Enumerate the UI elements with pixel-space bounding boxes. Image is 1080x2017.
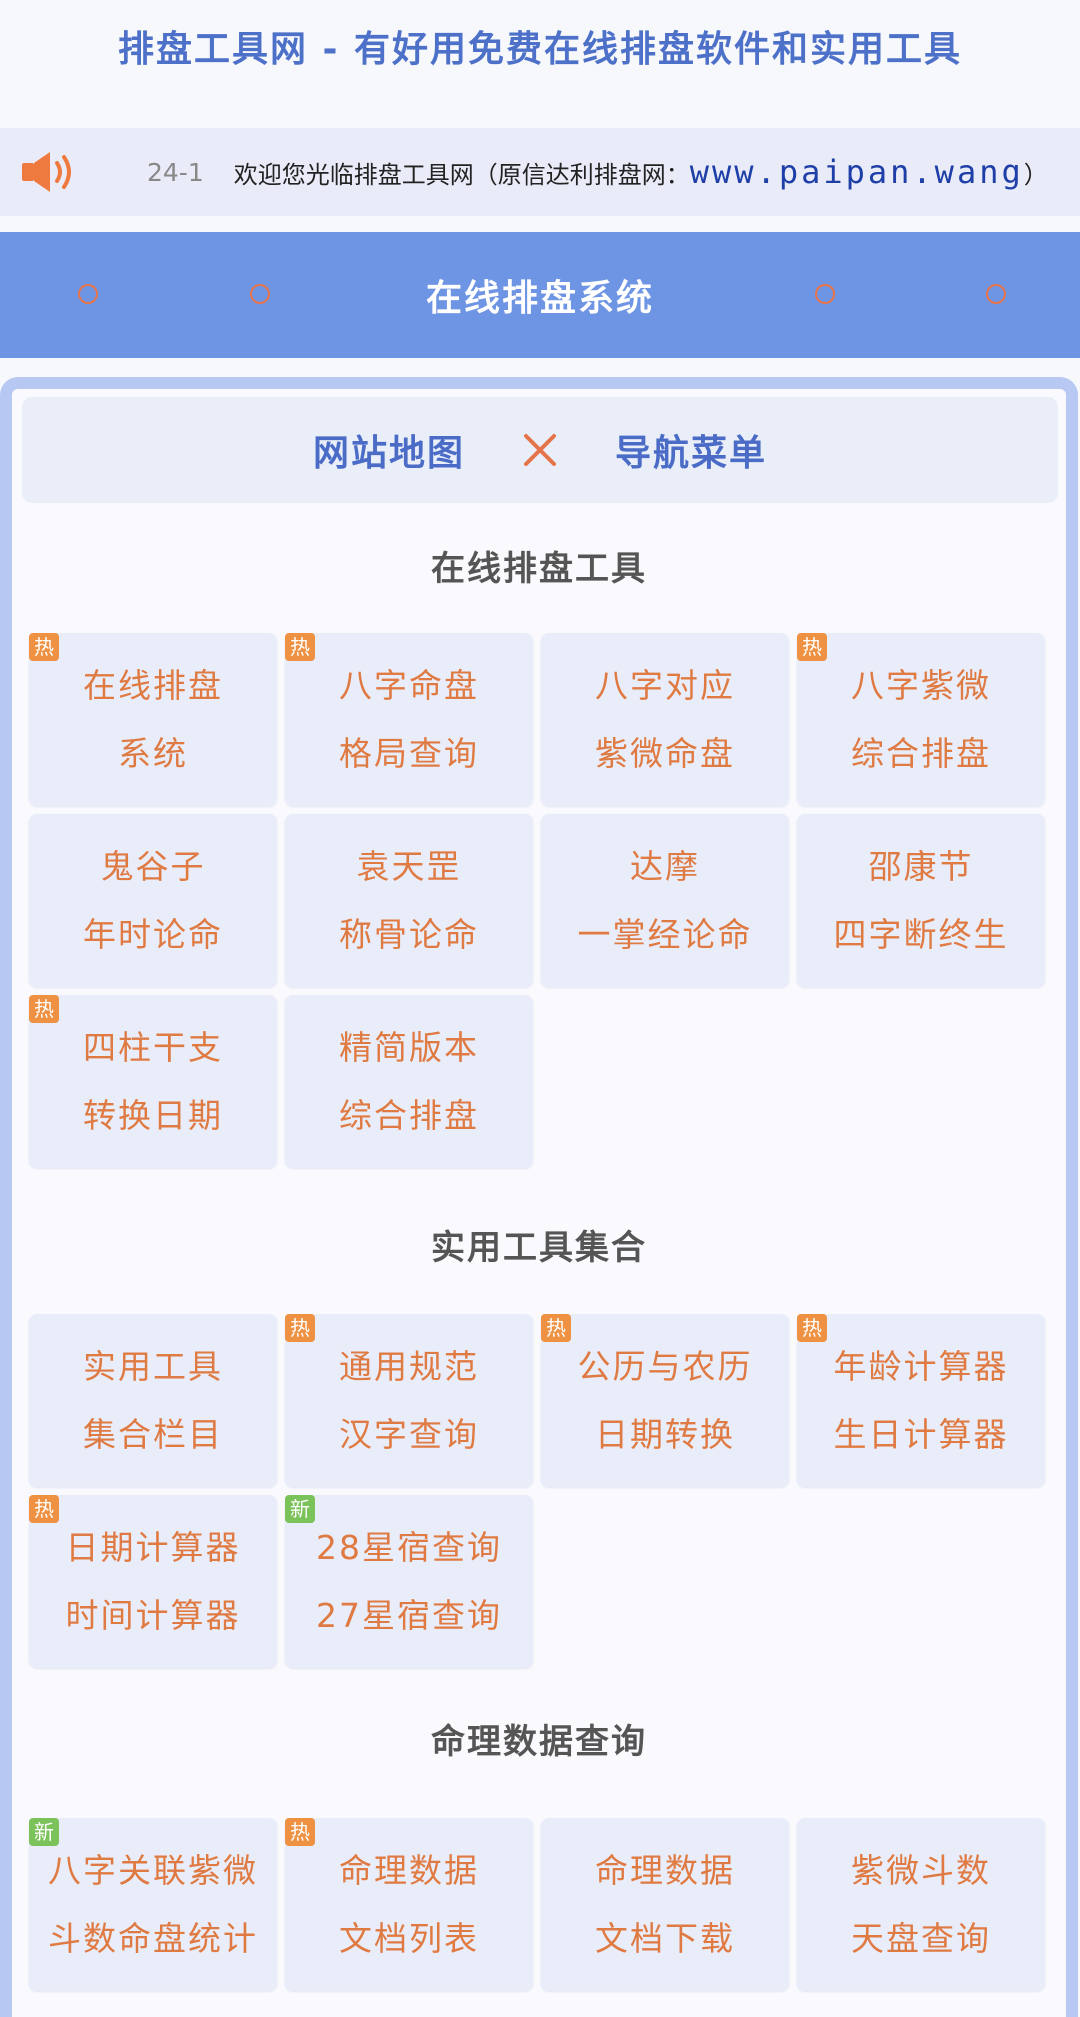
tile-line2: 日期转换: [595, 1414, 735, 1454]
tile-line1: 精简版本: [339, 1027, 479, 1067]
tool-tile[interactable]: 热年龄计算器生日计算器: [797, 1314, 1045, 1487]
tool-tile[interactable]: 袁天罡 称骨论命: [285, 814, 533, 987]
circle-ornament-icon: [78, 284, 98, 304]
hot-badge: 热: [797, 633, 827, 661]
hot-badge: 热: [285, 1818, 315, 1846]
tile-line1: 袁天罡: [356, 846, 462, 886]
tile-line2: 一掌经论命: [577, 914, 753, 954]
notice-bar: 24-1 欢迎您光临排盘工具网（原信达利排盘网： www.paipan.wang…: [0, 128, 1080, 216]
hot-badge: 热: [29, 1495, 59, 1523]
tile-line1: 在线排盘: [83, 665, 223, 705]
tile-line2: 年时论命: [83, 914, 223, 954]
tile-line2: 文档下载: [595, 1918, 735, 1958]
tool-tile[interactable]: 热通用规范汉字查询: [285, 1314, 533, 1487]
tile-line1: 四柱干支: [83, 1027, 223, 1067]
notice-tail: ）: [1023, 160, 1048, 189]
tile-line2: 综合排盘: [851, 733, 991, 773]
tool-tile[interactable]: 鬼谷子 年时论命: [29, 814, 277, 987]
tool-tile[interactable]: 新八字关联紫微 斗数命盘统计: [29, 1818, 277, 1991]
tool-grid: 新八字关联紫微 斗数命盘统计 热命理数据 文档列表 命理数据 文档下载 紫微斗数 天盘查…: [29, 1818, 1049, 1991]
content-panel: 网站地图 导航菜单 在线排盘工具 热在线排盘 系统 热八字命盘 格局查询 八字对应紫…: [0, 377, 1078, 2017]
tile-line2: 汉字查询: [339, 1414, 479, 1454]
tool-tile[interactable]: 紫微斗数 天盘查询: [797, 1818, 1045, 1991]
tile-line2: 斗数命盘统计: [48, 1918, 258, 1958]
tile-line1: 28星宿查询: [316, 1527, 502, 1567]
tile-line1: 年龄计算器: [833, 1346, 1009, 1386]
tool-tile[interactable]: 热命理数据文档列表: [285, 1818, 533, 1991]
notice-url[interactable]: www.paipan.wang: [690, 153, 1024, 191]
circle-ornament-icon: [250, 284, 270, 304]
notice-message: 欢迎您光临排盘工具网（原信达利排盘网：: [233, 160, 690, 189]
tool-tile[interactable]: 达摩 一掌经论命: [541, 814, 789, 987]
tool-tile[interactable]: 八字对应 紫微命盘: [541, 633, 789, 806]
tile-line1: 紫微斗数: [851, 1850, 991, 1890]
tile-line2: 格局查询: [339, 733, 479, 773]
hot-badge: 热: [797, 1314, 827, 1342]
tool-tile[interactable]: 命理数据 文档下载: [541, 1818, 789, 1991]
hot-badge: 热: [29, 633, 59, 661]
tile-line1: 日期计算器: [65, 1527, 241, 1567]
speaker-icon: [20, 144, 92, 200]
tool-tile[interactable]: 热日期计算器时间计算器: [29, 1495, 277, 1668]
tool-grid: 热在线排盘 系统 热八字命盘 格局查询 八字对应 紫微命盘 热八字紫微 综合排盘 鬼谷子…: [29, 633, 1049, 1168]
tile-line1: 命理数据: [339, 1850, 479, 1890]
site-title: 排盘工具网 - 有好用免费在线排盘软件和实用工具: [117, 29, 962, 70]
tool-tile[interactable]: 热公历与农历日期转换: [541, 1314, 789, 1487]
tile-line2: 27星宿查询: [316, 1595, 502, 1635]
tile-line1: 八字关联紫微: [48, 1850, 258, 1890]
tile-line2: 系统: [118, 733, 188, 773]
tile-line2: 时间计算器: [65, 1595, 241, 1635]
hot-badge: 热: [29, 995, 59, 1023]
new-badge: 新: [285, 1495, 315, 1523]
tile-line1: 通用规范: [339, 1346, 479, 1386]
tile-line2: 紫微命盘: [595, 733, 735, 773]
tile-line1: 命理数据: [595, 1850, 735, 1890]
hot-badge: 热: [285, 1314, 315, 1342]
hot-badge: 热: [541, 1314, 571, 1342]
tile-line1: 达摩: [630, 846, 700, 886]
tool-tile[interactable]: 热在线排盘系统: [29, 633, 277, 806]
tile-line2: 转换日期: [83, 1095, 223, 1135]
section-title: 实用工具集合: [431, 1228, 647, 1268]
tool-tile[interactable]: 邵康节 四字断终生: [797, 814, 1045, 987]
tile-line1: 八字命盘: [339, 665, 479, 705]
tool-tile[interactable]: 实用工具 集合栏目: [29, 1314, 277, 1487]
banner-title[interactable]: 在线排盘系统: [426, 269, 654, 321]
circle-ornament-icon: [986, 284, 1006, 304]
tile-line2: 生日计算器: [833, 1414, 1009, 1454]
tool-grid: 实用工具 集合栏目 热通用规范 汉字查询 热公历与农历 日期转换 热年龄计算器 生日计算…: [29, 1314, 1049, 1668]
tile-line1: 八字紫微: [851, 665, 991, 705]
new-badge: 新: [29, 1818, 59, 1846]
tile-line1: 实用工具: [83, 1346, 223, 1386]
section-banner: 在线排盘系统: [0, 232, 1080, 358]
hot-badge: 热: [285, 633, 315, 661]
tile-line1: 鬼谷子: [100, 846, 206, 886]
nav-box: 网站地图 导航菜单: [22, 397, 1058, 503]
tool-tile[interactable]: 热八字紫微综合排盘: [797, 633, 1045, 806]
section-title: 在线排盘工具: [431, 549, 647, 589]
tile-line1: 八字对应: [595, 665, 735, 705]
notice-date: 24-1: [147, 157, 204, 187]
nav-menu-link[interactable]: 导航菜单: [615, 424, 767, 476]
tool-tile[interactable]: 热四柱干支转换日期: [29, 995, 277, 1168]
tile-line2: 文档列表: [339, 1918, 479, 1958]
tool-tile[interactable]: 精简版本 综合排盘: [285, 995, 533, 1168]
tile-line2: 集合栏目: [83, 1414, 223, 1454]
site-map-link[interactable]: 网站地图: [313, 424, 465, 476]
tile-line2: 天盘查询: [851, 1918, 991, 1958]
section-title: 命理数据查询: [431, 1722, 647, 1762]
tool-tile[interactable]: 新 28星宿查询 27星宿查询: [285, 1495, 533, 1668]
tile-line2: 称骨论命: [339, 914, 479, 954]
tile-line2: 综合排盘: [339, 1095, 479, 1135]
tile-line2: 四字断终生: [833, 914, 1009, 954]
tile-line1: 公历与农历: [577, 1346, 753, 1386]
tile-line1: 邵康节: [868, 846, 974, 886]
circle-ornament-icon: [815, 284, 835, 304]
close-icon[interactable]: [515, 425, 565, 475]
tool-tile[interactable]: 热八字命盘格局查询: [285, 633, 533, 806]
